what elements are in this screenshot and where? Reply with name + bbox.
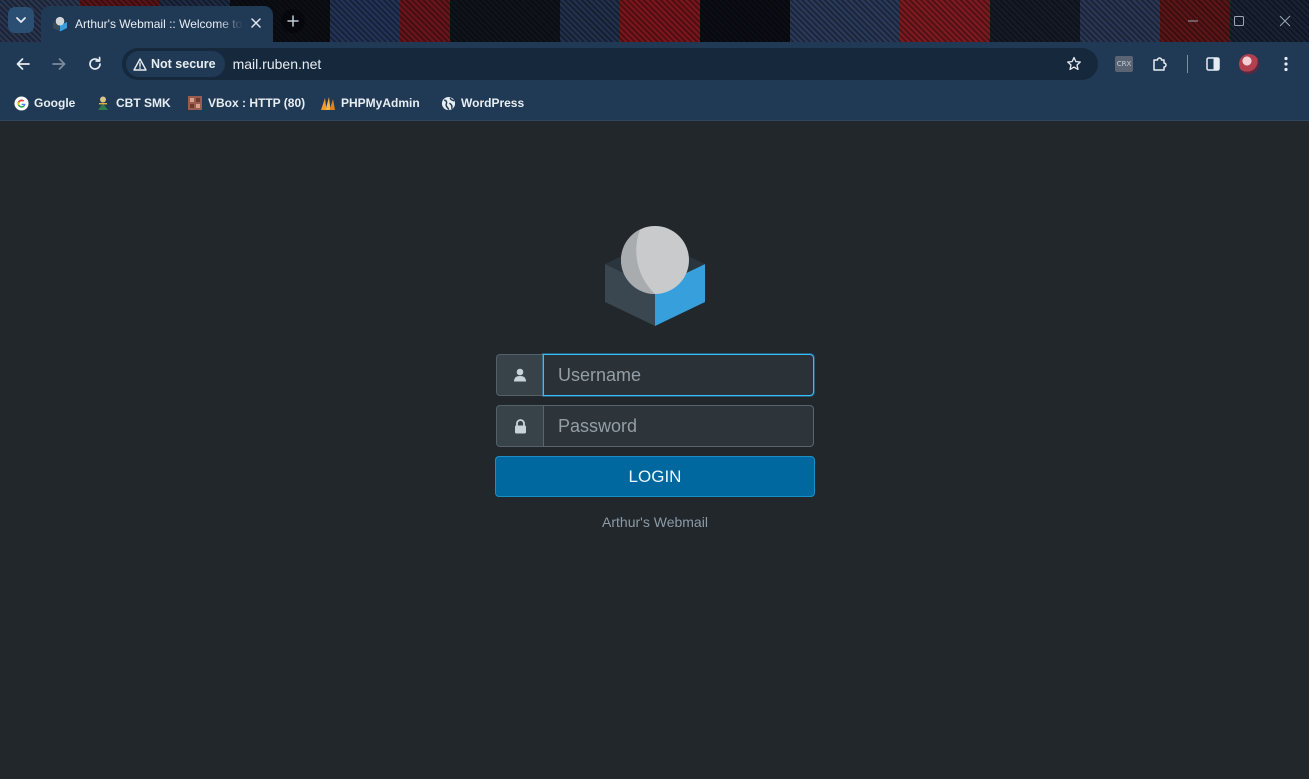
arrow-left-icon — [16, 58, 30, 70]
bookmark-vbox[interactable]: VBox : HTTP (80) — [187, 92, 305, 114]
address-bar[interactable]: Not secure mail.ruben.net — [122, 48, 1098, 80]
browser-menu-button[interactable] — [1272, 50, 1300, 78]
forward-button[interactable] — [45, 50, 73, 78]
reload-button[interactable] — [81, 50, 109, 78]
password-input[interactable] — [543, 405, 814, 447]
login-button[interactable]: LOGIN — [495, 456, 815, 497]
kebab-menu-icon — [1284, 56, 1288, 72]
profile-button[interactable] — [1235, 50, 1263, 78]
username-group — [496, 354, 814, 396]
browser-toolbar: Not secure mail.ruben.net CRX — [0, 42, 1309, 86]
window-maximize-button[interactable] — [1229, 11, 1249, 31]
bookmark-cbt-smk[interactable]: CBT SMK — [95, 92, 171, 114]
puzzle-icon — [1153, 57, 1167, 71]
close-icon — [1279, 15, 1291, 27]
security-indicator[interactable]: Not secure — [126, 51, 225, 77]
bookmark-label: CBT SMK — [116, 96, 171, 110]
globe-icon — [440, 95, 456, 111]
back-button[interactable] — [9, 50, 37, 78]
avatar — [1239, 54, 1259, 74]
toolbar-divider — [1187, 55, 1188, 73]
cbt-smk-icon — [95, 95, 111, 111]
browser-tab-active[interactable]: Arthur's Webmail :: Welcome to Arthur's … — [41, 6, 273, 42]
crx-extension-button[interactable]: CRX — [1110, 50, 1138, 78]
password-group — [496, 405, 814, 447]
url-text[interactable]: mail.ruben.net — [233, 56, 322, 72]
tab-title: Arthur's Webmail :: Welcome to Arthur's … — [75, 17, 243, 31]
bookmark-phpmyadmin[interactable]: PHPMyAdmin — [320, 92, 420, 114]
reload-icon — [89, 56, 101, 70]
footer-product-name: Arthur's Webmail — [602, 514, 708, 530]
new-tab-button[interactable] — [281, 9, 305, 33]
window-minimize-button[interactable] — [1183, 11, 1203, 31]
username-input[interactable] — [543, 354, 814, 396]
maximize-icon — [1234, 16, 1244, 26]
plus-icon — [287, 15, 299, 27]
security-label: Not secure — [151, 57, 216, 71]
side-panel-button[interactable] — [1199, 50, 1227, 78]
extensions-button[interactable] — [1146, 50, 1174, 78]
roundcube-favicon-icon — [53, 16, 67, 32]
bookmark-label: VBox : HTTP (80) — [208, 96, 306, 110]
bookmark-wordpress[interactable]: WordPress — [440, 92, 524, 114]
user-icon — [496, 354, 543, 396]
star-icon — [1067, 56, 1081, 71]
chevron-down-icon — [16, 17, 26, 23]
vbox-icon — [187, 95, 203, 111]
bookmarks-bar: Google CBT SMK VBox : HTTP (80) PHPMyAdm… — [0, 86, 1309, 121]
bookmark-label: PHPMyAdmin — [341, 96, 420, 110]
lock-icon — [496, 405, 543, 447]
browser-title-bar: Arthur's Webmail :: Welcome to Arthur's … — [0, 0, 1309, 42]
page-content — [1, 122, 1308, 778]
tab-search-button[interactable] — [8, 7, 34, 33]
crx-icon: CRX — [1115, 56, 1133, 72]
window-close-button[interactable] — [1275, 11, 1295, 31]
minimize-icon — [1188, 20, 1198, 22]
bookmark-star-button[interactable] — [1064, 54, 1084, 74]
arrow-right-icon — [52, 58, 66, 70]
bookmark-google[interactable]: Google — [13, 92, 75, 114]
bookmark-label: WordPress — [461, 96, 525, 110]
warning-triangle-icon — [133, 57, 147, 71]
google-icon — [13, 95, 29, 111]
side-panel-icon — [1206, 57, 1220, 71]
tab-close-icon[interactable] — [248, 15, 264, 31]
bookmark-label: Google — [34, 96, 76, 110]
roundcube-logo — [605, 226, 705, 326]
phpmyadmin-icon — [320, 95, 336, 111]
